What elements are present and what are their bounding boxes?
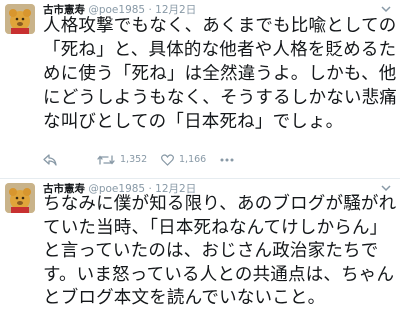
avatar-image: [5, 4, 35, 34]
more-icon: [220, 158, 234, 162]
reply-button[interactable]: [43, 151, 57, 169]
retweet-icon: [97, 154, 115, 166]
reply-icon: [43, 154, 57, 166]
like-button[interactable]: 1,166: [161, 151, 206, 169]
tweet-text: 人格攻撃でもなく、あくまでも比喩としての「死ね」と、具体的な他者や人格を貶めるた…: [43, 16, 397, 132]
avatar[interactable]: [5, 4, 35, 34]
tweet: 古市憲寿 @poe1985 · 12月2日 ちなみに僕が知る限り、あのブログが騒…: [0, 178, 400, 314]
avatar-image: [5, 183, 35, 213]
like-count: 1,166: [179, 154, 207, 165]
tweet-actions: 1,352 1,166: [43, 151, 343, 169]
tweet: 古市憲寿 @poe1985 · 12月2日 人格攻撃でもなく、あくまでも比喩とし…: [0, 0, 400, 178]
retweet-count: 1,352: [120, 154, 148, 165]
tweet-text: ちなみに僕が知る限り、あのブログが騒がれていた当時、「日本死ねなんてけしからん」…: [43, 194, 397, 308]
chevron-down-icon[interactable]: [380, 4, 392, 14]
avatar[interactable]: [5, 183, 35, 213]
more-button[interactable]: [220, 151, 234, 169]
retweet-button[interactable]: 1,352: [97, 151, 147, 169]
heart-icon: [161, 154, 174, 166]
chevron-down-icon[interactable]: [380, 183, 392, 193]
